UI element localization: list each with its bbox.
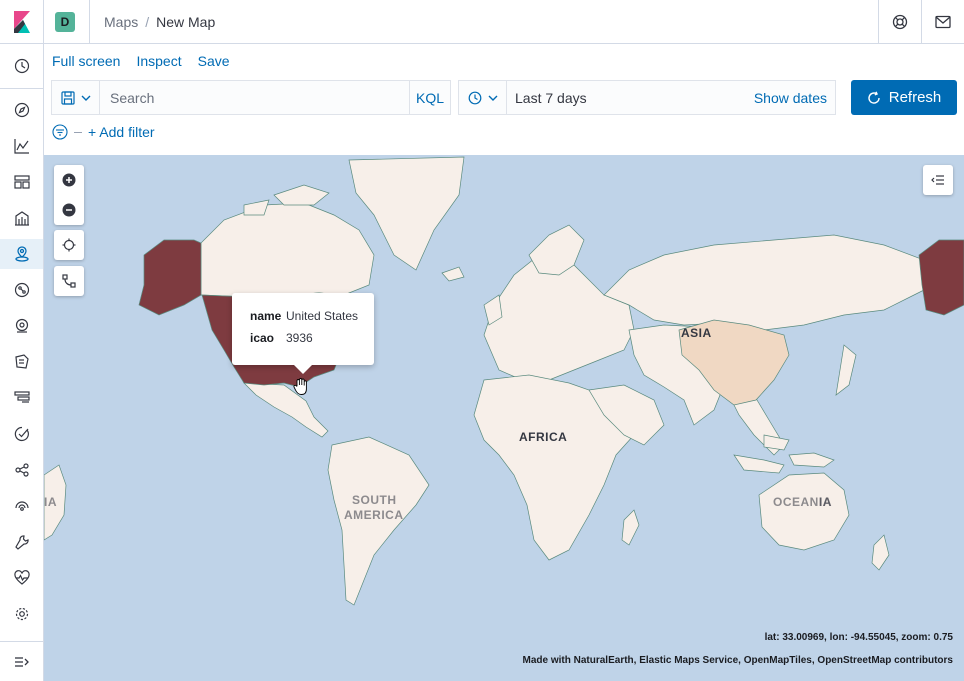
label-asia-wrap: IA [44,495,57,509]
label-south-america-1: SOUTH [352,493,397,507]
logs-icon[interactable] [0,347,43,377]
show-dates-link[interactable]: Show dates [754,90,835,106]
infrastructure-icon[interactable] [0,311,43,341]
menu-left-icon [931,175,944,185]
vector-draw-icon [62,274,76,288]
tooltip-value: United States [286,309,359,323]
apm-icon[interactable] [0,383,43,413]
save-link[interactable]: Save [198,53,230,69]
top-header: D Maps / New Map [0,0,964,44]
recently-viewed-icon[interactable] [0,51,43,81]
mail-icon[interactable] [921,0,964,44]
dev-tools-icon[interactable] [0,527,43,557]
help-icon[interactable] [878,0,921,44]
layer-panel-toggle[interactable] [923,165,953,195]
draw-tool-button[interactable] [54,266,84,296]
breadcrumb-current: New Map [156,13,216,30]
search-input[interactable] [100,81,409,114]
machine-learning-icon[interactable] [0,275,43,305]
filter-bar: + Add filter [52,124,155,140]
uptime-icon[interactable] [0,419,43,449]
time-range-label[interactable]: Last 7 days [507,90,754,106]
zoom-out-button[interactable] [54,195,84,225]
discover-icon[interactable] [0,95,43,125]
save-disk-icon [60,90,75,105]
filter-options-icon[interactable] [52,124,68,140]
plus-icon [62,173,76,187]
label-south-america-2: AMERICA [344,508,404,522]
label-africa: AFRICA [519,430,568,444]
coordinates-readout: lat: 33.00969, lon: -94.55045, zoom: 0.7… [764,632,953,643]
map-attribution[interactable]: Made with NaturalEarth, Elastic Maps Ser… [523,655,953,666]
label-oceania-suffix: IA [819,495,832,509]
minus-icon [62,203,76,217]
heartbeat-icon[interactable] [0,563,43,593]
dashboard-icon[interactable] [0,167,43,197]
date-picker: Last 7 days Show dates [458,80,836,115]
zoom-in-button[interactable] [54,165,84,195]
breadcrumb: Maps / New Map [104,13,216,30]
kibana-logo[interactable] [0,0,44,44]
zoom-controls [54,165,84,225]
query-bar: KQL [51,80,451,115]
tooltip-value: 3936 [286,331,313,345]
space-avatar[interactable]: D [55,11,75,32]
visualize-icon[interactable] [0,131,43,161]
clock-icon [468,91,481,104]
label-asia: ASIA [681,326,712,340]
kql-toggle[interactable]: KQL [409,81,450,114]
maps-icon[interactable] [0,239,43,269]
grab-cursor-icon [293,378,307,395]
refresh-icon [868,91,880,104]
breadcrumb-maps[interactable]: Maps [104,14,138,30]
tooltip-key: name [250,309,282,323]
tooltip-key: icao [250,331,275,345]
world-map [44,156,964,606]
add-filter-button[interactable]: + Add filter [88,124,155,140]
top-menu: Full screen Inspect Save [52,53,246,69]
graph-icon[interactable] [0,455,43,485]
inspect-link[interactable]: Inspect [136,53,181,69]
feature-tooltip: name United States icao 3936 [232,293,374,374]
refresh-label: Refresh [888,89,942,106]
chevron-down-icon [488,95,497,101]
refresh-button[interactable]: Refresh [851,80,957,115]
map-canvas[interactable]: ASIA AFRICA SOUTH AMERICA OCEANIA IA IA … [44,155,964,681]
collapse-nav-icon[interactable] [0,647,43,677]
crosshair-icon [62,238,76,252]
monitoring-icon[interactable] [0,491,43,521]
chevron-down-icon [81,95,90,101]
full-screen-link[interactable]: Full screen [52,53,120,69]
saved-query-button[interactable] [52,81,100,114]
canvas-icon[interactable] [0,203,43,233]
side-navigation [0,44,44,681]
set-view-button[interactable] [54,230,84,260]
quick-select-button[interactable] [459,81,507,114]
management-gear-icon[interactable] [0,599,43,629]
